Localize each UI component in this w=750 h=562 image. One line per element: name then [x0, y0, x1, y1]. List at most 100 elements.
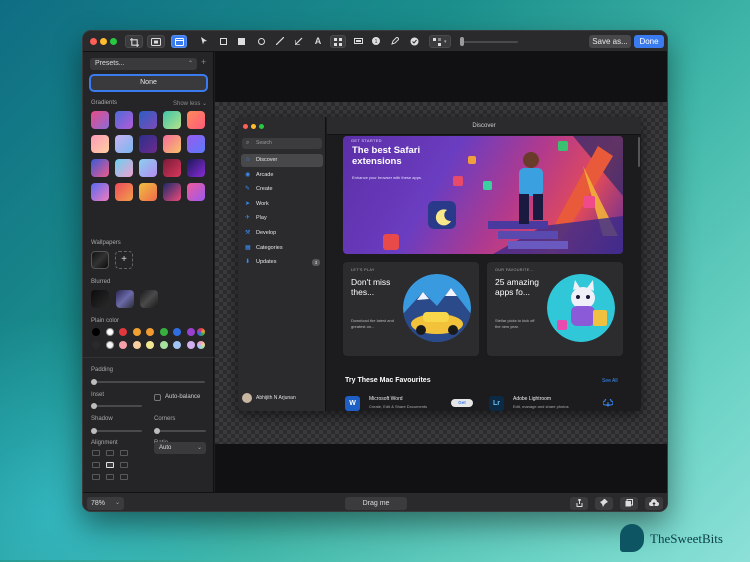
alignment-option[interactable]: [120, 450, 128, 456]
preview-canvas[interactable]: ⌕ Search ☆ Discover ◉ Arcade ✎ Create ➤ Work ✈ Pl…: [215, 52, 667, 492]
counter-tool-button[interactable]: 1: [370, 35, 382, 48]
inset-slider-knob[interactable]: [91, 403, 97, 409]
screenshot-app-store-window[interactable]: ⌕ Search ☆ Discover ◉ Arcade ✎ Create ➤ Work ✈ Pl…: [238, 117, 641, 411]
plain-color-swatch[interactable]: [105, 328, 114, 336]
gradient-swatch[interactable]: [187, 111, 205, 129]
blurred-swatch-1[interactable]: [91, 290, 109, 308]
plain-color-swatch[interactable]: [173, 341, 181, 349]
done-button[interactable]: Done: [634, 35, 664, 48]
upload-button[interactable]: [645, 497, 663, 510]
blurred-swatch-3[interactable]: [140, 290, 158, 308]
drag-me-button[interactable]: Drag me: [345, 497, 407, 510]
gradient-swatch[interactable]: [163, 111, 181, 129]
padding-slider-knob[interactable]: [91, 379, 97, 385]
shadow-slider[interactable]: [92, 430, 142, 432]
plain-color-swatch[interactable]: [159, 341, 168, 349]
gradient-swatch[interactable]: [163, 159, 181, 177]
inset-slider[interactable]: [92, 405, 142, 407]
add-preset-button[interactable]: +: [201, 57, 206, 67]
gradient-swatch[interactable]: [163, 135, 181, 153]
corners-slider[interactable]: [155, 430, 206, 432]
line-tool-button[interactable]: [274, 35, 286, 48]
text-tool-button[interactable]: A: [312, 35, 324, 48]
pencil-tool-button[interactable]: [389, 35, 401, 48]
plain-color-swatch[interactable]: [186, 328, 195, 336]
no-background-button[interactable]: None: [89, 74, 208, 92]
gradient-swatch[interactable]: [139, 111, 157, 129]
gradient-swatch[interactable]: [115, 183, 133, 201]
plain-color-swatch[interactable]: [146, 341, 154, 349]
zoom-dropdown[interactable]: 78% ⌄: [87, 497, 124, 510]
gradient-swatch[interactable]: [91, 183, 109, 201]
gradient-swatch[interactable]: [163, 183, 181, 201]
gradient-swatch[interactable]: [115, 111, 133, 129]
filled-rectangle-tool-button[interactable]: [235, 35, 247, 48]
alignment-option[interactable]: [92, 474, 100, 480]
share-button[interactable]: [570, 497, 588, 510]
gradient-swatch[interactable]: [91, 135, 109, 153]
gradient-swatch[interactable]: [139, 183, 157, 201]
highlight-tool-button[interactable]: [351, 35, 365, 48]
plain-color-swatch[interactable]: [132, 328, 141, 336]
presets-dropdown[interactable]: Presets... ⌃: [90, 58, 197, 70]
chevron-updown-icon: ⌄: [114, 500, 120, 506]
opacity-slider-knob[interactable]: [460, 37, 464, 46]
plain-color-swatch[interactable]: [119, 341, 127, 349]
plain-color-swatch[interactable]: [186, 341, 195, 349]
plain-color-swatch[interactable]: [173, 328, 181, 336]
stamp-tool-button[interactable]: [407, 35, 421, 48]
gradient-swatch[interactable]: [115, 135, 133, 153]
pastel-color-picker-button[interactable]: [197, 341, 205, 349]
plain-color-swatch[interactable]: [92, 328, 100, 336]
wallpaper-swatch[interactable]: [91, 251, 109, 269]
plain-color-swatch[interactable]: [119, 328, 127, 336]
pixelate-tool-button[interactable]: [330, 35, 346, 48]
corners-slider-knob[interactable]: [154, 428, 160, 434]
save-as-button[interactable]: Save as...: [589, 35, 631, 48]
gradient-swatch[interactable]: [115, 159, 133, 177]
gradient-swatch[interactable]: [187, 135, 205, 153]
copy-button[interactable]: [620, 497, 638, 510]
color-picker-button[interactable]: [197, 328, 205, 336]
gradient-swatch[interactable]: [139, 135, 157, 153]
gradient-swatch[interactable]: [187, 183, 205, 201]
shadow-slider-knob[interactable]: [91, 428, 97, 434]
ratio-dropdown[interactable]: Auto ⌄: [154, 442, 206, 454]
joystick-icon: ◉: [245, 171, 251, 178]
effects-dropdown-button[interactable]: ▾: [429, 35, 451, 48]
add-wallpaper-button[interactable]: +: [115, 251, 133, 269]
plain-color-swatch[interactable]: [105, 341, 114, 349]
opacity-slider-track[interactable]: [460, 41, 518, 43]
alignment-option[interactable]: [92, 462, 100, 468]
alignment-option[interactable]: [120, 462, 128, 468]
gradient-swatch[interactable]: [187, 159, 205, 177]
gradient-swatch[interactable]: [91, 111, 109, 129]
alignment-option[interactable]: [106, 474, 114, 480]
ellipse-tool-button[interactable]: [255, 35, 267, 48]
gradient-swatch[interactable]: [139, 159, 157, 177]
alignment-option[interactable]: [92, 450, 100, 456]
pin-button[interactable]: [595, 497, 613, 510]
auto-balance-checkbox[interactable]: [154, 394, 161, 401]
arrow-tool-button[interactable]: [293, 35, 305, 48]
plain-color-swatch[interactable]: [146, 328, 154, 336]
gradient-swatch[interactable]: [91, 159, 109, 177]
crop-tool-button[interactable]: [125, 35, 143, 48]
select-tool-button[interactable]: [198, 35, 210, 48]
minimize-window-button[interactable]: [100, 38, 107, 45]
plain-color-swatch[interactable]: [159, 328, 168, 336]
alignment-option[interactable]: [106, 450, 114, 456]
background-tool-button[interactable]: [147, 35, 165, 48]
frame-tool-button[interactable]: [171, 35, 187, 48]
close-window-button[interactable]: [90, 38, 97, 45]
show-less-button[interactable]: Show less ⌄: [173, 100, 207, 107]
padding-slider[interactable]: [92, 381, 205, 383]
alignment-option[interactable]: [106, 462, 114, 468]
rectangle-tool-button[interactable]: [217, 35, 229, 48]
alignment-option[interactable]: [120, 474, 128, 480]
blurred-swatch-2[interactable]: [116, 290, 134, 308]
brand-logo-icon: [620, 524, 644, 552]
plain-color-swatch[interactable]: [132, 341, 141, 349]
plain-color-swatch[interactable]: [92, 341, 100, 349]
zoom-window-button[interactable]: [110, 38, 117, 45]
